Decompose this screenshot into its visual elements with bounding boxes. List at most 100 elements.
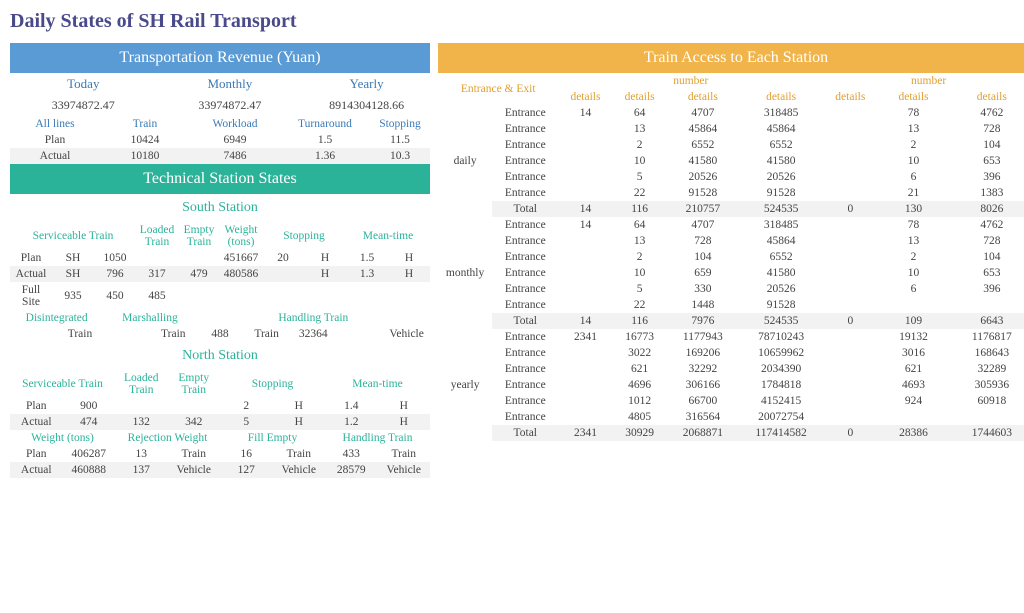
table-row: Entrance2655265522104 — [438, 137, 1024, 153]
val-today: 33974872.47 — [10, 95, 157, 116]
col-details: details — [823, 89, 877, 105]
cell: 109 — [877, 313, 949, 329]
cell: Plan — [10, 446, 63, 462]
cell: 104 — [950, 137, 1024, 153]
entrance-label: Entrance — [492, 329, 558, 345]
cell: Actual — [10, 414, 63, 430]
total-row: Total14116797652453501096643 — [438, 313, 1024, 329]
cell: 10 — [877, 153, 949, 169]
cell: 450 — [94, 282, 136, 310]
cell: 8026 — [950, 201, 1024, 217]
entrance-label: Entrance — [492, 345, 558, 361]
cell: Train — [378, 446, 431, 462]
cell: 316564 — [667, 409, 739, 425]
cell — [823, 233, 877, 249]
cell — [823, 377, 877, 393]
cell — [823, 169, 877, 185]
cell: 45864 — [667, 121, 739, 137]
cell: 19132 — [877, 329, 949, 345]
col: Fill Empty — [220, 430, 325, 446]
table-row: Entrance5330205266396 — [438, 281, 1024, 297]
cell: 1012 — [613, 393, 667, 409]
north-title: North Station — [10, 342, 430, 370]
table-row: Plan9002H1.4H — [10, 398, 430, 414]
cell: 4696 — [613, 377, 667, 393]
entrance-label: Entrance — [492, 217, 558, 233]
cell: 4805 — [613, 409, 667, 425]
cell: 91528 — [667, 185, 739, 201]
cell: Vehicle — [273, 462, 326, 478]
entrance-label: Entrance — [492, 185, 558, 201]
cell: 2 — [613, 137, 667, 153]
cell: 6643 — [950, 313, 1024, 329]
cell: 22 — [613, 297, 667, 313]
cell: 22 — [613, 185, 667, 201]
cell: 2 — [220, 398, 273, 414]
cell: 127 — [220, 462, 273, 478]
table-row: Entrance62132292203439062132289 — [438, 361, 1024, 377]
cell: 1784818 — [739, 377, 823, 393]
cell — [950, 409, 1024, 425]
cell: Full Site — [10, 282, 52, 310]
entrance-label: Entrance — [492, 281, 558, 297]
cell — [178, 250, 220, 266]
entrance-exit-label: Entrance & Exit — [438, 73, 558, 105]
entrance-label: Entrance — [492, 121, 558, 137]
cell: 2 — [877, 249, 949, 265]
col-details: details — [667, 89, 739, 105]
cell: 10 — [877, 265, 949, 281]
cell: 20526 — [667, 169, 739, 185]
cell: 66700 — [667, 393, 739, 409]
cell: 16773 — [613, 329, 667, 345]
cell: H — [273, 398, 326, 414]
cell: 7976 — [667, 313, 739, 329]
cell: 6 — [877, 169, 949, 185]
col-monthly: Monthly — [157, 73, 304, 95]
cell — [558, 377, 612, 393]
north-table2: Weight (tons) Rejection Weight Fill Empt… — [10, 430, 430, 446]
cell: 2 — [613, 249, 667, 265]
cell — [558, 153, 612, 169]
col: Rejection Weight — [115, 430, 220, 446]
cell: 330 — [667, 281, 739, 297]
cell: 479 — [178, 266, 220, 282]
row-plan-label: Plan — [10, 132, 100, 148]
table-row: Entrance229152891528211383 — [438, 185, 1024, 201]
cell: 3022 — [613, 345, 667, 361]
cell: 1.5 — [346, 250, 388, 266]
cell — [10, 326, 57, 342]
cell: 1448 — [667, 297, 739, 313]
cell: 2034390 — [739, 361, 823, 377]
cell: 728 — [667, 233, 739, 249]
cell: 318485 — [739, 217, 823, 233]
total-row: Total23413092920688711174145820283861744… — [438, 425, 1024, 441]
cell: 78710243 — [739, 329, 823, 345]
col-workload: Workload — [190, 116, 280, 132]
cell: 10180 — [100, 148, 190, 164]
cell — [558, 185, 612, 201]
cell: 2 — [877, 137, 949, 153]
cell: 900 — [63, 398, 116, 414]
col: Handling Train — [197, 310, 430, 326]
total-label: Total — [492, 201, 558, 217]
cell: 2341 — [558, 425, 612, 441]
cell: 460888 — [63, 462, 116, 478]
cell — [558, 137, 612, 153]
revenue-header: Transportation Revenue (Yuan) — [10, 43, 430, 73]
cell — [558, 265, 612, 281]
cell — [823, 281, 877, 297]
cell: 137 — [115, 462, 168, 478]
page-title: Daily States of SH Rail Transport — [10, 10, 1024, 33]
north-table1: Serviceable Train Loaded Train Empty Tra… — [10, 370, 430, 398]
cell: 0 — [823, 425, 877, 441]
total-label: Total — [492, 425, 558, 441]
col: Empty Train — [168, 370, 221, 398]
cell: 32364 — [290, 326, 337, 342]
cell: H — [378, 414, 431, 430]
north-rows1: Plan9002H1.4HActual4741323425H1.2H — [10, 398, 430, 430]
cell: 21 — [877, 185, 949, 201]
cell: 10 — [613, 265, 667, 281]
cell: 524535 — [739, 313, 823, 329]
cell: 728 — [950, 121, 1024, 137]
cell: Train — [57, 326, 104, 342]
